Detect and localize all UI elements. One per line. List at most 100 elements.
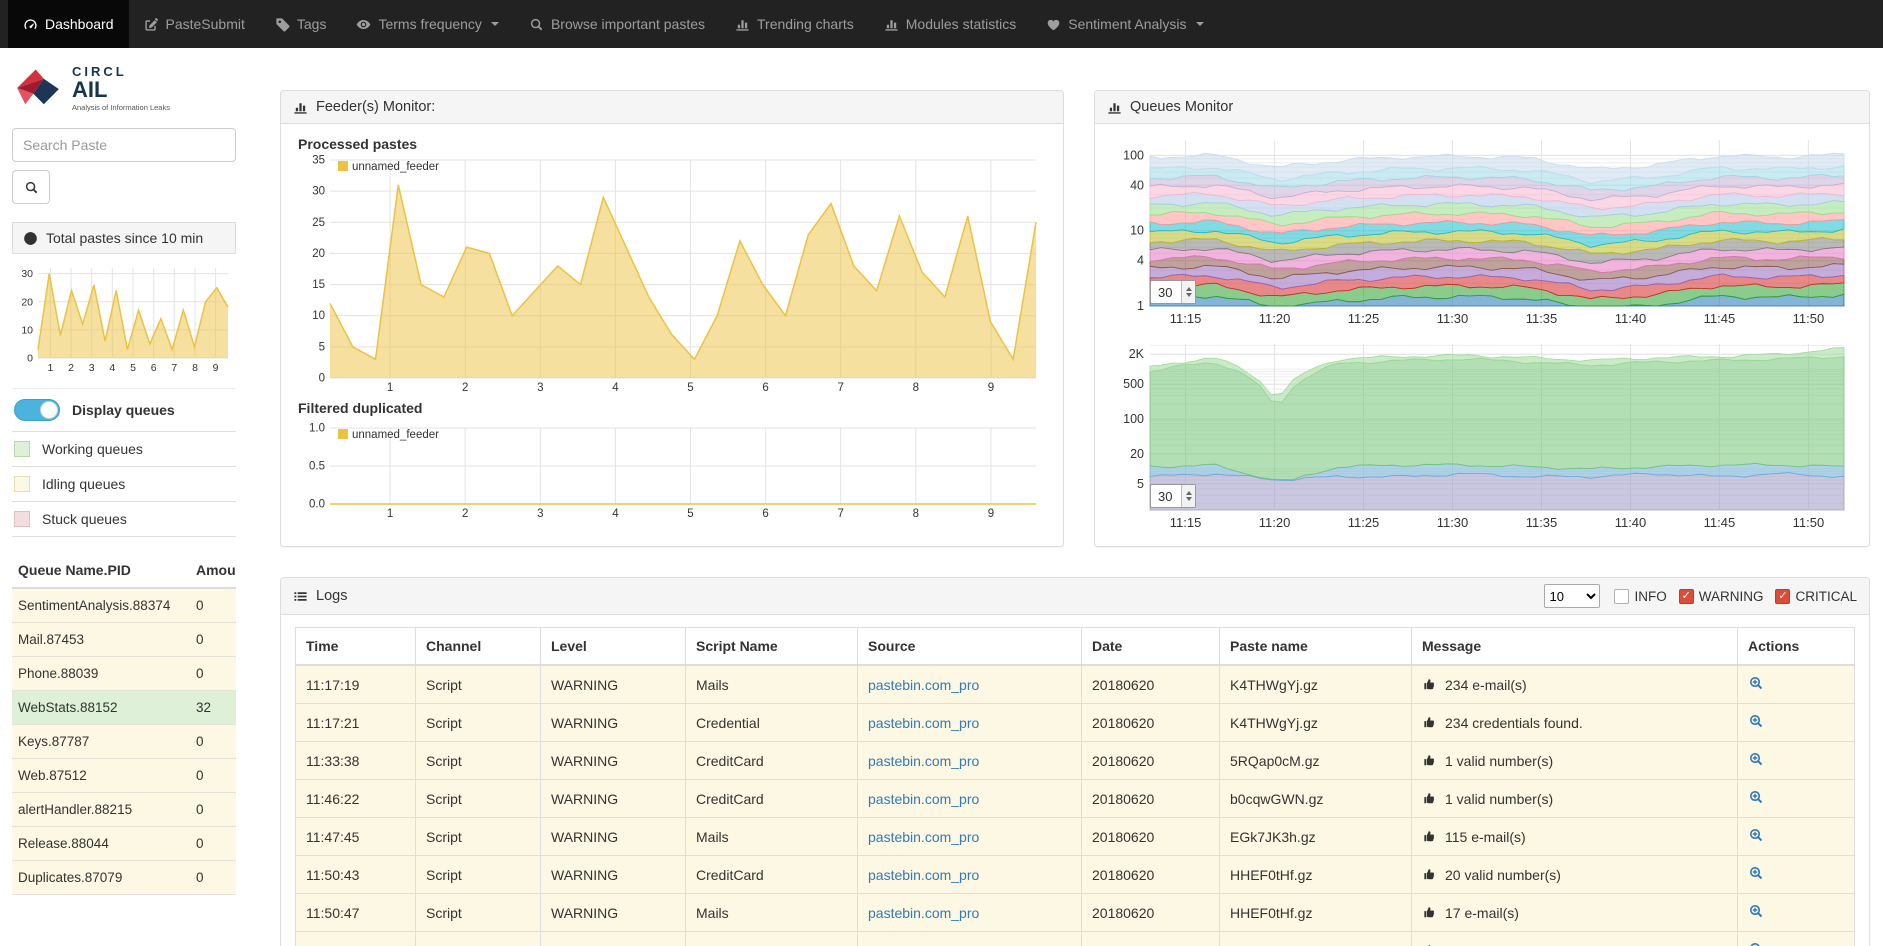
log-view-button[interactable] <box>1748 789 1764 805</box>
svg-text:5: 5 <box>687 508 693 520</box>
log-date: 20180620 <box>1082 894 1220 932</box>
search-paste-input[interactable] <box>12 128 236 162</box>
filter-label: CRITICAL <box>1795 589 1857 604</box>
queue-name: alertHandler.88215 <box>12 793 190 827</box>
nav-item-terms-frequency[interactable]: Terms frequency <box>341 0 513 48</box>
circl-ail-logo: CIRCL AIL Analysis of Information Leaks <box>12 64 236 112</box>
log-message-text: 1 valid number(s) <box>1445 753 1553 769</box>
nav-item-browse-important-pastes[interactable]: Browse important pastes <box>514 0 720 48</box>
queue-name: SentimentAnalysis.88374 <box>12 588 190 623</box>
log-date: 20180620 <box>1082 742 1220 780</box>
logs-col-date: Date <box>1082 628 1220 666</box>
thumbs-up-icon <box>1422 677 1437 692</box>
queues-threshold-input[interactable]: 30 <box>1150 280 1196 304</box>
log-view-button[interactable] <box>1748 751 1764 767</box>
queues-monitor-chart-bottom: 11:1511:2011:2511:3011:3511:4011:4511:50… <box>1110 338 1854 534</box>
checkbox-critical[interactable]: ✓ <box>1775 589 1790 604</box>
search-button[interactable] <box>12 170 50 204</box>
log-channel: Script <box>416 665 541 704</box>
svg-text:30: 30 <box>312 186 325 198</box>
svg-text:3: 3 <box>537 508 543 520</box>
svg-text:5: 5 <box>1137 477 1144 491</box>
checkbox-warning[interactable]: ✓ <box>1679 589 1694 604</box>
log-paste-name: HHEF0tHf.gz <box>1220 856 1412 894</box>
svg-text:1: 1 <box>387 382 393 394</box>
queue-table: Queue Name.PID Amount SentimentAnalysis.… <box>12 553 236 895</box>
svg-text:11:20: 11:20 <box>1259 515 1291 530</box>
log-channel: Script <box>416 704 541 742</box>
nav-item-sentiment-analysis[interactable]: Sentiment Analysis <box>1031 0 1218 48</box>
display-queues-toggle[interactable] <box>14 399 60 421</box>
nav-item-modules-statistics[interactable]: Modules statistics <box>869 0 1031 48</box>
svg-text:20: 20 <box>1130 447 1144 461</box>
queue-row-release-88044: Release.880440 <box>12 827 236 861</box>
log-view-button[interactable] <box>1748 827 1764 843</box>
log-source-link[interactable]: pastebin.com_pro <box>868 867 979 883</box>
queues-threshold-input[interactable]: 30 <box>1150 484 1196 508</box>
log-source-link[interactable]: pastebin.com_pro <box>868 829 979 845</box>
threshold-spinner[interactable] <box>1181 485 1195 507</box>
log-view-button[interactable] <box>1748 941 1764 946</box>
monitors-row: Feeder(s) Monitor: Processed pastes 0510… <box>280 90 1870 547</box>
queue-table-header-name: Queue Name.PID <box>12 553 190 588</box>
queue-row-keys-87787: Keys.877870 <box>12 725 236 759</box>
log-time: 11:50:43 <box>296 856 416 894</box>
thumbs-up-icon <box>1422 867 1437 882</box>
log-paste-name: HHEF0tHf.gz <box>1220 894 1412 932</box>
queue-amount: 0 <box>190 623 236 657</box>
nav-item-trending-charts[interactable]: Trending charts <box>720 0 869 48</box>
log-message-text: 20 valid number(s) <box>1445 867 1561 883</box>
globe-icon <box>23 231 38 246</box>
thumbs-up-icon <box>1422 791 1437 806</box>
log-view-button[interactable] <box>1748 903 1764 919</box>
navbar: Dashboard PasteSubmitTagsTerms frequency B… <box>0 0 1883 48</box>
log-source-link[interactable]: pastebin.com_pro <box>868 943 979 946</box>
log-source-link[interactable]: pastebin.com_pro <box>868 753 979 769</box>
logs-col-paste-name: Paste name <box>1220 628 1412 666</box>
log-row: 11:17:19ScriptWARNINGMailspastebin.com_p… <box>296 665 1855 704</box>
log-message: 115 e-mail(s) <box>1412 818 1738 856</box>
logs-page-size-select[interactable]: 10 <box>1544 584 1600 608</box>
log-time: 11:50:47 <box>296 894 416 932</box>
navbar-menu: Dashboard PasteSubmitTagsTerms frequency B… <box>8 0 1219 48</box>
legend-item-idling-queues: Idling queues <box>12 466 236 501</box>
nav-item-pastesubmit[interactable]: PasteSubmit <box>129 0 260 48</box>
log-date: 20180620 <box>1082 932 1220 946</box>
log-source-link[interactable]: pastebin.com_pro <box>868 677 979 693</box>
checkbox-info[interactable] <box>1614 589 1629 604</box>
nav-item-tags[interactable]: Tags <box>260 0 342 48</box>
queue-row-phone-88039: Phone.880390 <box>12 657 236 691</box>
nav-item-dashboard[interactable]: Dashboard <box>8 0 129 48</box>
svg-text:9: 9 <box>213 362 219 374</box>
log-view-button[interactable] <box>1748 865 1764 881</box>
heart-icon <box>1046 17 1061 32</box>
svg-text:8: 8 <box>913 382 919 394</box>
nav-item-label: Modules statistics <box>906 16 1016 32</box>
edit-icon <box>144 17 159 32</box>
log-source-link[interactable]: pastebin.com_pro <box>868 715 979 731</box>
svg-text:3: 3 <box>537 382 543 394</box>
filter-info[interactable]: INFO <box>1614 589 1666 604</box>
nav-item-label: Dashboard <box>45 16 114 32</box>
log-source-link[interactable]: pastebin.com_pro <box>868 791 979 807</box>
svg-text:11:15: 11:15 <box>1170 311 1202 326</box>
log-time: 11:33:38 <box>296 742 416 780</box>
main-content: Feeder(s) Monitor: Processed pastes 0510… <box>248 48 1883 946</box>
log-view-button[interactable] <box>1748 713 1764 729</box>
filter-warning[interactable]: ✓WARNING <box>1679 589 1764 604</box>
queues-monitor-panel: Queues Monitor 11:1511:2011:2511:3011:35… <box>1094 90 1870 547</box>
log-message: 17 e-mail(s) <box>1412 894 1738 932</box>
filter-critical[interactable]: ✓ CRITICAL <box>1775 589 1857 604</box>
svg-text:35: 35 <box>312 155 325 167</box>
log-channel: Script <box>416 932 541 946</box>
svg-text:0.5: 0.5 <box>309 461 325 473</box>
svg-text:11:50: 11:50 <box>1793 515 1825 530</box>
ail-dashboard: Dashboard PasteSubmitTagsTerms frequency B… <box>0 0 1883 946</box>
nav-item-label: Browse important pastes <box>551 16 705 32</box>
legend-label: Stuck queues <box>42 511 127 527</box>
log-level: WARNING <box>541 780 686 818</box>
log-source-link[interactable]: pastebin.com_pro <box>868 905 979 921</box>
svg-text:4: 4 <box>612 508 619 520</box>
log-view-button[interactable] <box>1748 675 1764 691</box>
threshold-spinner[interactable] <box>1181 281 1195 303</box>
